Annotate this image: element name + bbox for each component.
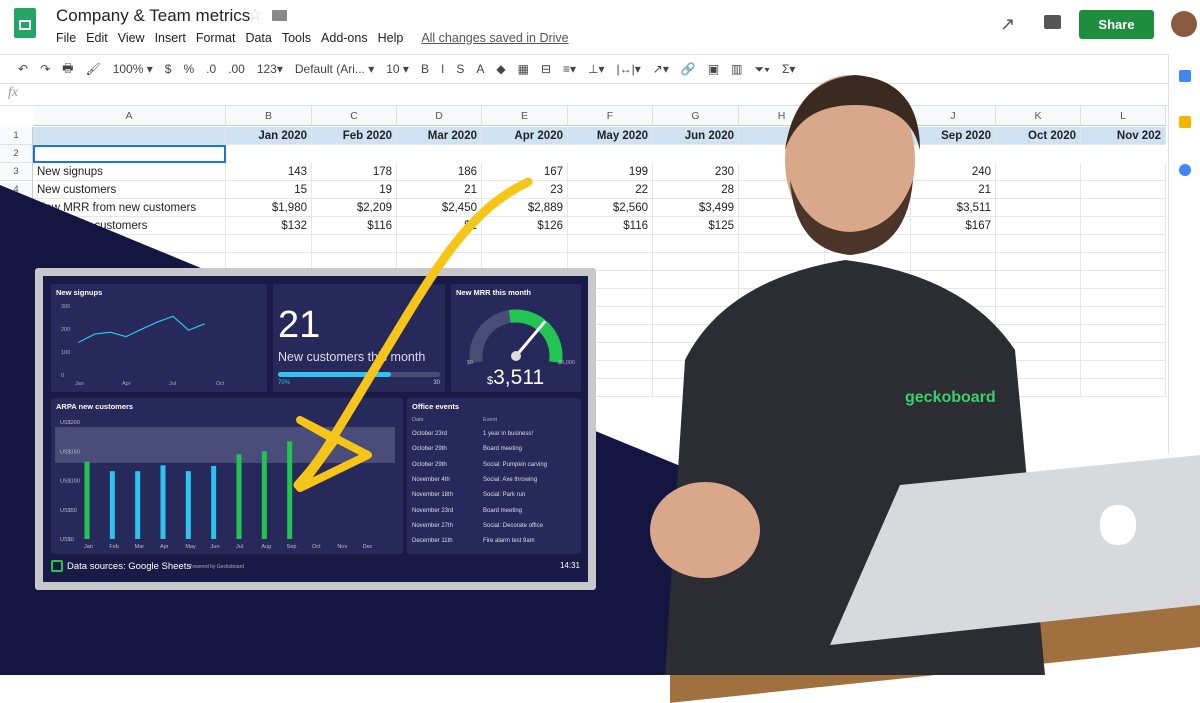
apple-logo-icon xyxy=(1100,505,1136,545)
shirt-logo: geckoboard xyxy=(905,389,996,406)
